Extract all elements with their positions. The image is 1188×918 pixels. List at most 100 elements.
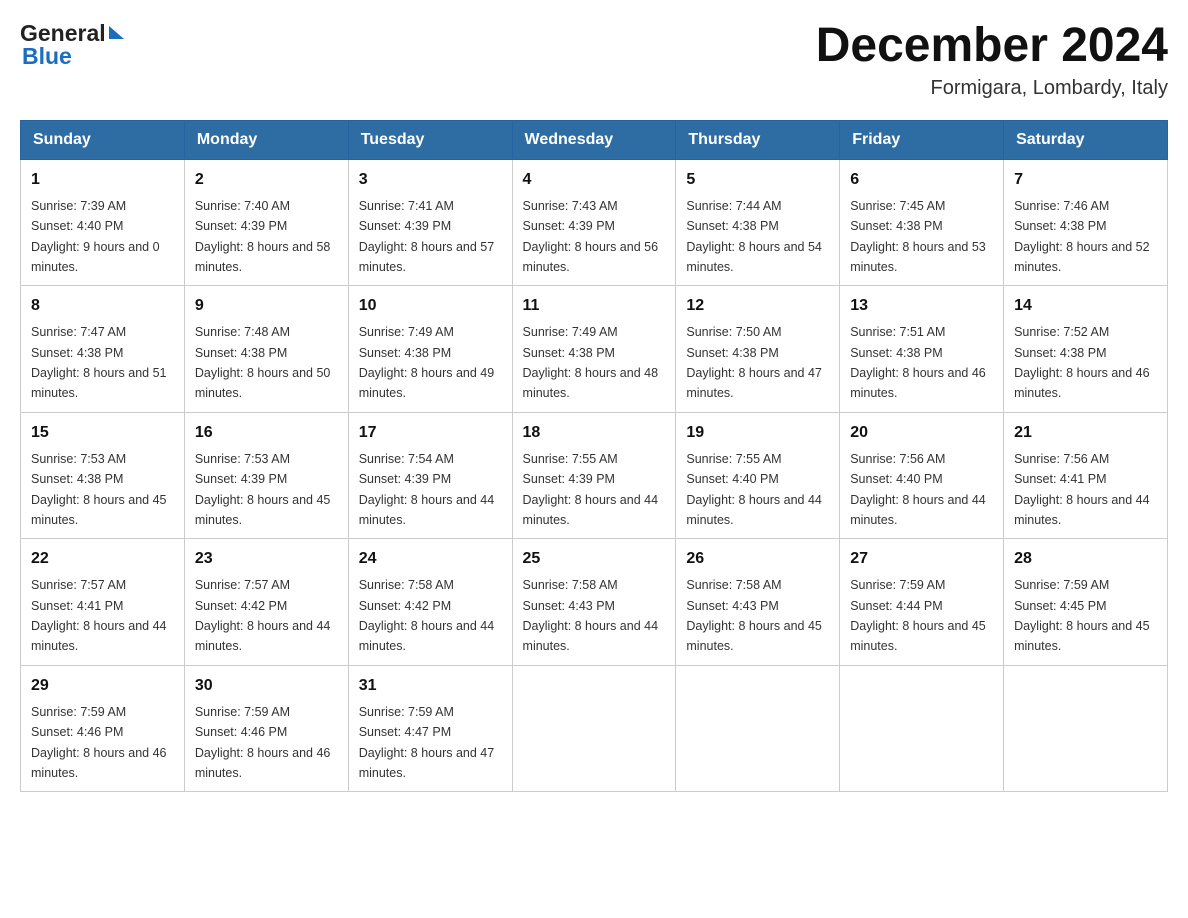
day-number: 30: [195, 674, 338, 698]
calendar-cell: [1004, 665, 1168, 792]
day-number: 19: [686, 421, 829, 445]
day-info: Sunrise: 7:59 AMSunset: 4:46 PMDaylight:…: [195, 705, 331, 780]
day-number: 1: [31, 168, 174, 192]
day-number: 13: [850, 294, 993, 318]
calendar-cell: [676, 665, 840, 792]
calendar-cell: 1 Sunrise: 7:39 AMSunset: 4:40 PMDayligh…: [21, 159, 185, 286]
logo: General Blue: [20, 20, 124, 70]
calendar-cell: 7 Sunrise: 7:46 AMSunset: 4:38 PMDayligh…: [1004, 159, 1168, 286]
day-info: Sunrise: 7:40 AMSunset: 4:39 PMDaylight:…: [195, 199, 331, 274]
calendar-week-row-3: 15 Sunrise: 7:53 AMSunset: 4:38 PMDaylig…: [21, 412, 1168, 539]
col-saturday: Saturday: [1004, 120, 1168, 159]
day-info: Sunrise: 7:56 AMSunset: 4:41 PMDaylight:…: [1014, 452, 1150, 527]
calendar-cell: [512, 665, 676, 792]
day-info: Sunrise: 7:39 AMSunset: 4:40 PMDaylight:…: [31, 199, 160, 274]
calendar-cell: 20 Sunrise: 7:56 AMSunset: 4:40 PMDaylig…: [840, 412, 1004, 539]
day-info: Sunrise: 7:55 AMSunset: 4:40 PMDaylight:…: [686, 452, 822, 527]
calendar-table: Sunday Monday Tuesday Wednesday Thursday…: [20, 120, 1168, 793]
calendar-cell: 19 Sunrise: 7:55 AMSunset: 4:40 PMDaylig…: [676, 412, 840, 539]
day-info: Sunrise: 7:41 AMSunset: 4:39 PMDaylight:…: [359, 199, 495, 274]
day-number: 9: [195, 294, 338, 318]
day-number: 7: [1014, 168, 1157, 192]
day-number: 15: [31, 421, 174, 445]
calendar-cell: 13 Sunrise: 7:51 AMSunset: 4:38 PMDaylig…: [840, 286, 1004, 413]
calendar-cell: 2 Sunrise: 7:40 AMSunset: 4:39 PMDayligh…: [184, 159, 348, 286]
col-monday: Monday: [184, 120, 348, 159]
day-number: 21: [1014, 421, 1157, 445]
day-number: 11: [523, 294, 666, 318]
day-info: Sunrise: 7:53 AMSunset: 4:39 PMDaylight:…: [195, 452, 331, 527]
day-info: Sunrise: 7:50 AMSunset: 4:38 PMDaylight:…: [686, 325, 822, 400]
calendar-week-row-5: 29 Sunrise: 7:59 AMSunset: 4:46 PMDaylig…: [21, 665, 1168, 792]
day-number: 14: [1014, 294, 1157, 318]
day-number: 16: [195, 421, 338, 445]
day-info: Sunrise: 7:59 AMSunset: 4:44 PMDaylight:…: [850, 578, 986, 653]
day-info: Sunrise: 7:58 AMSunset: 4:43 PMDaylight:…: [523, 578, 659, 653]
calendar-header-row: Sunday Monday Tuesday Wednesday Thursday…: [21, 120, 1168, 159]
day-number: 20: [850, 421, 993, 445]
day-number: 24: [359, 547, 502, 571]
day-number: 22: [31, 547, 174, 571]
calendar-cell: 3 Sunrise: 7:41 AMSunset: 4:39 PMDayligh…: [348, 159, 512, 286]
day-info: Sunrise: 7:52 AMSunset: 4:38 PMDaylight:…: [1014, 325, 1150, 400]
day-info: Sunrise: 7:51 AMSunset: 4:38 PMDaylight:…: [850, 325, 986, 400]
calendar-cell: 18 Sunrise: 7:55 AMSunset: 4:39 PMDaylig…: [512, 412, 676, 539]
calendar-cell: 12 Sunrise: 7:50 AMSunset: 4:38 PMDaylig…: [676, 286, 840, 413]
calendar-cell: 22 Sunrise: 7:57 AMSunset: 4:41 PMDaylig…: [21, 539, 185, 666]
day-number: 17: [359, 421, 502, 445]
calendar-cell: 17 Sunrise: 7:54 AMSunset: 4:39 PMDaylig…: [348, 412, 512, 539]
calendar-cell: 8 Sunrise: 7:47 AMSunset: 4:38 PMDayligh…: [21, 286, 185, 413]
month-title: December 2024: [816, 20, 1168, 73]
calendar-cell: 26 Sunrise: 7:58 AMSunset: 4:43 PMDaylig…: [676, 539, 840, 666]
day-info: Sunrise: 7:49 AMSunset: 4:38 PMDaylight:…: [359, 325, 495, 400]
calendar-cell: 14 Sunrise: 7:52 AMSunset: 4:38 PMDaylig…: [1004, 286, 1168, 413]
day-info: Sunrise: 7:57 AMSunset: 4:41 PMDaylight:…: [31, 578, 167, 653]
calendar-cell: 10 Sunrise: 7:49 AMSunset: 4:38 PMDaylig…: [348, 286, 512, 413]
day-number: 18: [523, 421, 666, 445]
day-number: 10: [359, 294, 502, 318]
calendar-cell: 31 Sunrise: 7:59 AMSunset: 4:47 PMDaylig…: [348, 665, 512, 792]
day-number: 12: [686, 294, 829, 318]
calendar-cell: 9 Sunrise: 7:48 AMSunset: 4:38 PMDayligh…: [184, 286, 348, 413]
calendar-cell: 21 Sunrise: 7:56 AMSunset: 4:41 PMDaylig…: [1004, 412, 1168, 539]
location: Formigara, Lombardy, Italy: [816, 77, 1168, 100]
day-info: Sunrise: 7:54 AMSunset: 4:39 PMDaylight:…: [359, 452, 495, 527]
col-wednesday: Wednesday: [512, 120, 676, 159]
day-info: Sunrise: 7:49 AMSunset: 4:38 PMDaylight:…: [523, 325, 659, 400]
day-number: 25: [523, 547, 666, 571]
day-number: 2: [195, 168, 338, 192]
day-number: 23: [195, 547, 338, 571]
day-number: 28: [1014, 547, 1157, 571]
day-info: Sunrise: 7:58 AMSunset: 4:42 PMDaylight:…: [359, 578, 495, 653]
col-thursday: Thursday: [676, 120, 840, 159]
day-number: 29: [31, 674, 174, 698]
day-number: 6: [850, 168, 993, 192]
calendar-cell: 4 Sunrise: 7:43 AMSunset: 4:39 PMDayligh…: [512, 159, 676, 286]
calendar-cell: 29 Sunrise: 7:59 AMSunset: 4:46 PMDaylig…: [21, 665, 185, 792]
day-info: Sunrise: 7:44 AMSunset: 4:38 PMDaylight:…: [686, 199, 822, 274]
calendar-cell: 11 Sunrise: 7:49 AMSunset: 4:38 PMDaylig…: [512, 286, 676, 413]
day-info: Sunrise: 7:59 AMSunset: 4:47 PMDaylight:…: [359, 705, 495, 780]
day-info: Sunrise: 7:48 AMSunset: 4:38 PMDaylight:…: [195, 325, 331, 400]
day-info: Sunrise: 7:55 AMSunset: 4:39 PMDaylight:…: [523, 452, 659, 527]
calendar-cell: 27 Sunrise: 7:59 AMSunset: 4:44 PMDaylig…: [840, 539, 1004, 666]
day-number: 26: [686, 547, 829, 571]
calendar-cell: 24 Sunrise: 7:58 AMSunset: 4:42 PMDaylig…: [348, 539, 512, 666]
calendar-week-row-1: 1 Sunrise: 7:39 AMSunset: 4:40 PMDayligh…: [21, 159, 1168, 286]
logo-arrow-icon: [109, 26, 124, 39]
calendar-cell: 28 Sunrise: 7:59 AMSunset: 4:45 PMDaylig…: [1004, 539, 1168, 666]
day-info: Sunrise: 7:47 AMSunset: 4:38 PMDaylight:…: [31, 325, 167, 400]
day-info: Sunrise: 7:43 AMSunset: 4:39 PMDaylight:…: [523, 199, 659, 274]
day-info: Sunrise: 7:53 AMSunset: 4:38 PMDaylight:…: [31, 452, 167, 527]
day-info: Sunrise: 7:59 AMSunset: 4:46 PMDaylight:…: [31, 705, 167, 780]
calendar-cell: 23 Sunrise: 7:57 AMSunset: 4:42 PMDaylig…: [184, 539, 348, 666]
calendar-cell: 6 Sunrise: 7:45 AMSunset: 4:38 PMDayligh…: [840, 159, 1004, 286]
header-right: December 2024 Formigara, Lombardy, Italy: [816, 20, 1168, 100]
calendar-cell: 16 Sunrise: 7:53 AMSunset: 4:39 PMDaylig…: [184, 412, 348, 539]
calendar-cell: 25 Sunrise: 7:58 AMSunset: 4:43 PMDaylig…: [512, 539, 676, 666]
calendar-cell: [840, 665, 1004, 792]
day-info: Sunrise: 7:46 AMSunset: 4:38 PMDaylight:…: [1014, 199, 1150, 274]
col-sunday: Sunday: [21, 120, 185, 159]
page-header: General Blue December 2024 Formigara, Lo…: [20, 20, 1168, 100]
day-number: 31: [359, 674, 502, 698]
